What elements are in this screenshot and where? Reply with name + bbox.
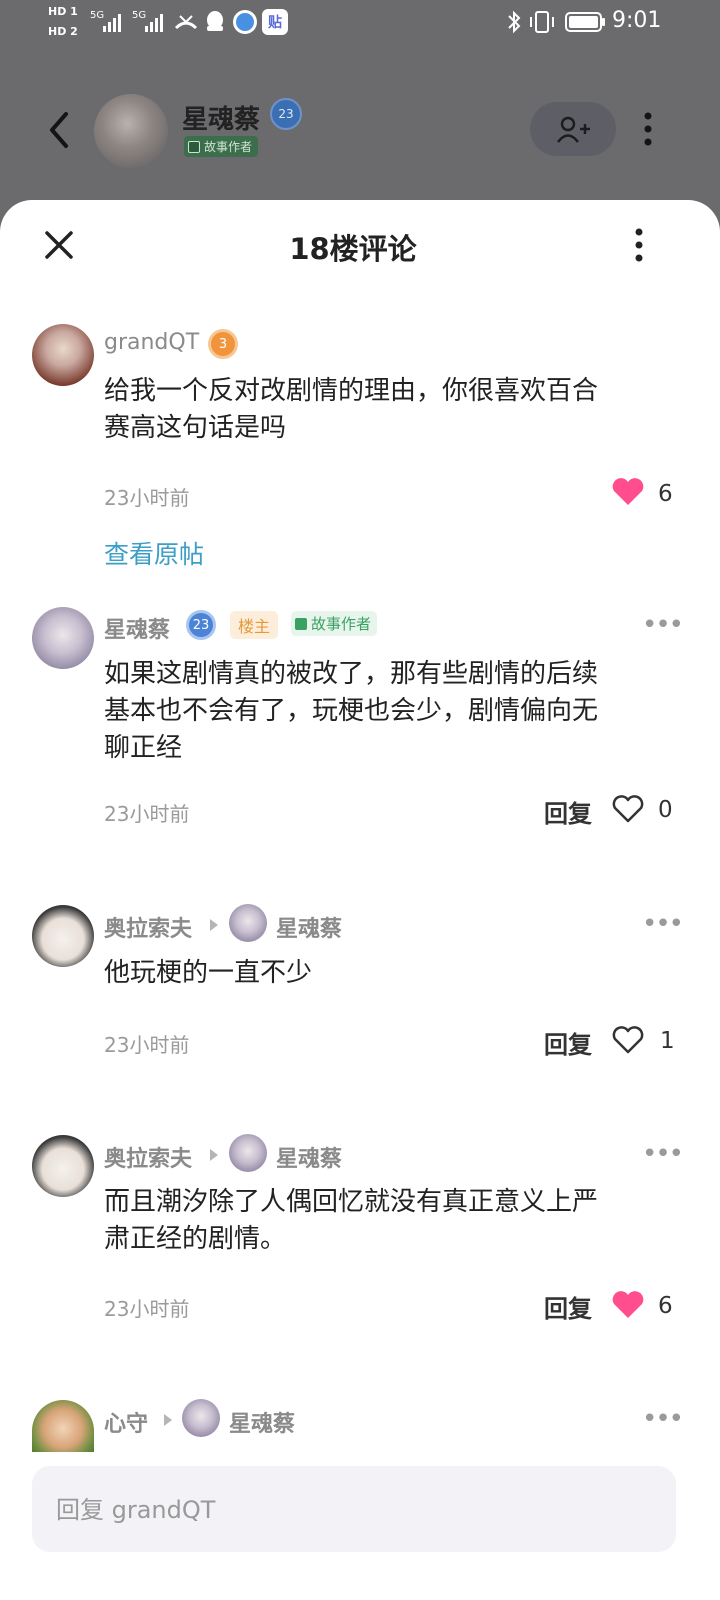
avatar[interactable] <box>32 607 94 669</box>
like-count: 6 <box>658 1293 673 1319</box>
story-author-tag: 故事作者 <box>184 136 259 157</box>
signal-bars-icon <box>103 14 121 32</box>
add-user-icon <box>557 116 590 143</box>
more-vertical-icon[interactable] <box>640 110 656 150</box>
comment-username[interactable]: grandQT <box>104 330 199 355</box>
reply-to-username[interactable]: 星魂蔡 <box>229 1406 295 1438</box>
level-number: 3 <box>218 336 228 352</box>
heart-filled-icon[interactable] <box>611 1290 645 1320</box>
follow-button[interactable] <box>530 102 616 156</box>
comment-line: 赛高这句话是吗 <box>104 413 287 443</box>
reply-line: 聊正经 <box>104 733 183 763</box>
reply-to-arrow-icon <box>210 1149 218 1161</box>
comment-sheet: 18楼评论 grandQT 3 给我一个反对改剧情的理由，你很喜欢百合 赛高这句… <box>0 200 720 1600</box>
view-original-link[interactable]: 查看原帖 <box>104 535 204 571</box>
heart-outline-icon[interactable] <box>611 1025 645 1055</box>
story-author-label: 故事作者 <box>311 615 372 633</box>
signal-label-1: 5G <box>90 10 105 21</box>
reply-line: 他玩梗的一直不少 <box>104 958 313 988</box>
reply-text: 如果这剧情真的被改了，那有些剧情的后续 基本也不会有了，玩梗也会少，剧情偏向无 … <box>104 656 694 767</box>
clock: 9:01 <box>612 8 662 33</box>
tieba-app-label: 贴 <box>268 15 282 31</box>
bluetooth-icon <box>508 10 521 34</box>
reply-to-arrow-icon <box>210 919 218 931</box>
like-count: 0 <box>658 797 673 823</box>
profile-header: 星魂蔡 23 故事作者 <box>0 44 720 204</box>
signal-bars-icon <box>145 14 163 32</box>
reply-button[interactable]: 回复 <box>544 1025 592 1060</box>
profile-name[interactable]: 星魂蔡 <box>182 99 260 136</box>
timestamp: 23小时前 <box>104 802 190 826</box>
timestamp: 23小时前 <box>104 486 190 510</box>
status-bar: HD 1 HD 2 5G 5G 贴 9:01 <box>0 0 720 44</box>
reply-to-avatar <box>229 1134 267 1172</box>
more-horizontal-icon[interactable]: ••• <box>642 1406 684 1432</box>
sheet-title: 18楼评论 <box>289 232 417 266</box>
reply-username[interactable]: 奥拉索夫 <box>104 1141 192 1173</box>
reply-username[interactable]: 星魂蔡 <box>104 612 170 644</box>
heart-filled-icon[interactable] <box>611 477 645 507</box>
back-arrow-icon[interactable] <box>44 110 74 150</box>
reply-line: 肃正经的剧情。 <box>104 1224 287 1254</box>
story-author-tag: 故事作者 <box>291 611 378 636</box>
more-vertical-icon[interactable] <box>631 226 647 266</box>
reply-to-username[interactable]: 星魂蔡 <box>276 911 342 943</box>
level-number: 23 <box>192 617 210 633</box>
level-badge: 3 <box>208 329 238 359</box>
like-count: 1 <box>660 1028 675 1054</box>
reply-text: 他玩梗的一直不少 <box>104 955 694 992</box>
reply-username[interactable]: 心守 <box>104 1406 148 1438</box>
reply-button[interactable]: 回复 <box>544 1289 592 1324</box>
reply-username[interactable]: 奥拉索夫 <box>104 911 192 943</box>
reply-to-avatar <box>229 904 267 942</box>
reply-button[interactable]: 回复 <box>544 794 592 829</box>
like-count: 6 <box>658 481 673 507</box>
reply-input-bar[interactable] <box>32 1466 676 1554</box>
hd1-indicator: HD 1 <box>48 5 78 18</box>
hd2-indicator: HD 2 <box>48 25 78 38</box>
more-horizontal-icon[interactable]: ••• <box>642 911 684 937</box>
vibrate-icon <box>530 11 554 33</box>
battery-icon <box>565 12 605 32</box>
avatar[interactable] <box>32 324 94 386</box>
more-horizontal-icon[interactable]: ••• <box>642 612 684 638</box>
tieba-app-icon: 贴 <box>262 9 288 35</box>
owner-tag: 楼主 <box>230 611 279 639</box>
reply-line: 基本也不会有了，玩梗也会少，剧情偏向无 <box>104 696 599 726</box>
timestamp: 23小时前 <box>104 1033 190 1057</box>
reply-to-username[interactable]: 星魂蔡 <box>276 1141 342 1173</box>
reply-line: 而且潮汐除了人偶回忆就没有真正意义上严 <box>104 1187 599 1217</box>
signal-label-2: 5G <box>132 10 147 21</box>
book-icon <box>295 617 307 630</box>
heart-outline-icon[interactable] <box>611 794 645 824</box>
timestamp: 23小时前 <box>104 1297 190 1321</box>
reply-input[interactable] <box>32 1466 658 1554</box>
reply-to-arrow-icon <box>164 1414 172 1426</box>
level-badge: 23 <box>186 610 216 640</box>
qq-icon <box>207 11 223 31</box>
book-icon <box>188 140 200 153</box>
level-badge: 23 <box>270 98 302 130</box>
reply-to-avatar <box>182 1399 220 1437</box>
more-horizontal-icon[interactable]: ••• <box>642 1141 684 1167</box>
browser-icon <box>233 10 257 34</box>
comment-line: 给我一个反对改剧情的理由，你很喜欢百合 <box>104 376 599 406</box>
story-author-label: 故事作者 <box>204 140 253 154</box>
comment-text: 给我一个反对改剧情的理由，你很喜欢百合 赛高这句话是吗 <box>104 373 694 447</box>
reply-text: 而且潮汐除了人偶回忆就没有真正意义上严 肃正经的剧情。 <box>104 1184 694 1258</box>
profile-avatar[interactable] <box>94 94 168 168</box>
level-number: 23 <box>278 107 294 121</box>
avatar[interactable] <box>32 1400 94 1452</box>
reply-line: 如果这剧情真的被改了，那有些剧情的后续 <box>104 659 599 689</box>
avatar[interactable] <box>32 1135 94 1197</box>
missed-call-icon <box>174 15 198 30</box>
avatar[interactable] <box>32 905 94 967</box>
